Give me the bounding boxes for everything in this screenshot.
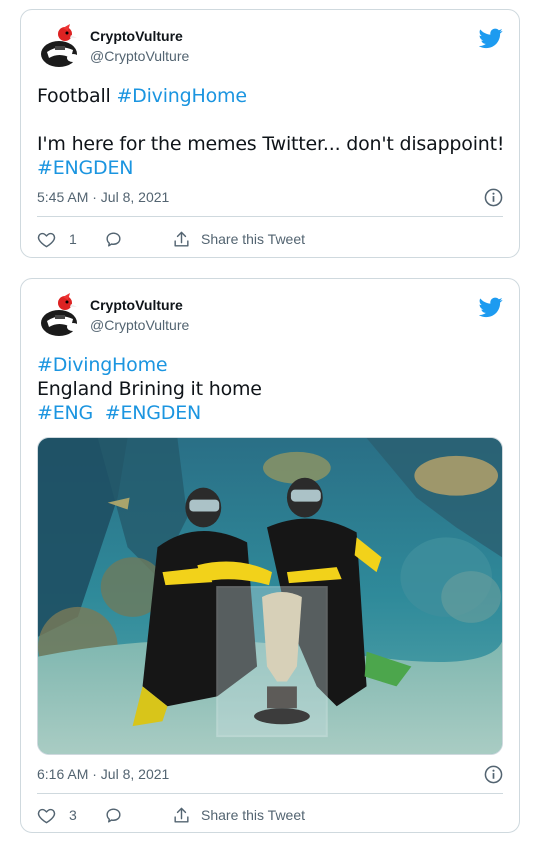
user-handle[interactable]: @CryptoVulture [90,48,189,64]
tweet-line: I'm here for the memes Twitter... don't … [37,132,505,156]
info-icon[interactable] [484,188,503,207]
share-button[interactable]: Share this Tweet [172,803,305,827]
tweet-line-text: I'm here for the memes Twitter... don't … [37,133,505,155]
divider [37,216,503,217]
tweet-line: Football #DivingHome [37,84,503,108]
hashtag-link[interactable]: #DivingHome [37,354,168,376]
tweet-line: #ENG #ENGDEN [37,401,503,425]
vulture-avatar-icon[interactable] [37,22,85,70]
hashtag-link[interactable]: #ENG #ENGDEN [37,402,201,424]
tweet-line: #ENGDEN [37,156,503,180]
tweet-line-text: Football [37,85,117,107]
reply-button[interactable] [104,803,123,827]
like-count: 3 [69,807,77,823]
share-label: Share this Tweet [201,231,306,247]
divers-with-trophy-photo[interactable] [37,437,503,755]
tweet-line: England Brining it home [37,377,503,401]
like-button[interactable]: 3 [37,803,77,827]
user-name[interactable]: CryptoVulture [90,297,183,313]
heart-icon [37,806,56,825]
vulture-avatar-icon[interactable] [37,291,85,339]
reply-button[interactable] [104,227,123,251]
hashtag-link[interactable]: #DivingHome [116,85,247,107]
hashtag-link[interactable]: #ENGDEN [37,157,134,179]
tweet-card[interactable]: CryptoVulture @CryptoVulture Football #D… [20,9,520,258]
tweet-actions: 3 Share this Tweet [37,803,503,827]
tweet-text: Football #DivingHome I'm here for the me… [37,84,505,180]
tweet-actions: 1 Share this Tweet [37,227,503,251]
tweet-header: CryptoVulture @CryptoVulture [37,22,503,72]
tweet-timestamp[interactable]: 6:16 AM · Jul 8, 2021 [37,766,169,782]
share-icon [172,806,191,825]
tweet-line: #DivingHome [37,353,503,377]
twitter-bird-icon[interactable] [479,295,503,319]
like-button[interactable]: 1 [37,227,77,251]
info-icon[interactable] [484,765,503,784]
heart-icon [37,230,56,249]
share-button[interactable]: Share this Tweet [172,227,305,251]
user-name[interactable]: CryptoVulture [90,28,183,44]
share-label: Share this Tweet [201,807,306,823]
tweet-header: CryptoVulture @CryptoVulture [37,291,503,341]
share-icon [172,230,191,249]
tweet-text: #DivingHome England Brining it home #ENG… [37,353,503,425]
tweet-timestamp[interactable]: 5:45 AM · Jul 8, 2021 [37,189,169,205]
reply-bubble-icon [104,230,123,249]
tweet-line-text: England Brining it home [37,378,262,400]
tweet-card[interactable]: CryptoVulture @CryptoVulture #DivingHome… [20,278,520,833]
reply-bubble-icon [104,806,123,825]
twitter-bird-icon[interactable] [479,26,503,50]
like-count: 1 [69,231,77,247]
divider [37,793,503,794]
user-handle[interactable]: @CryptoVulture [90,317,189,333]
